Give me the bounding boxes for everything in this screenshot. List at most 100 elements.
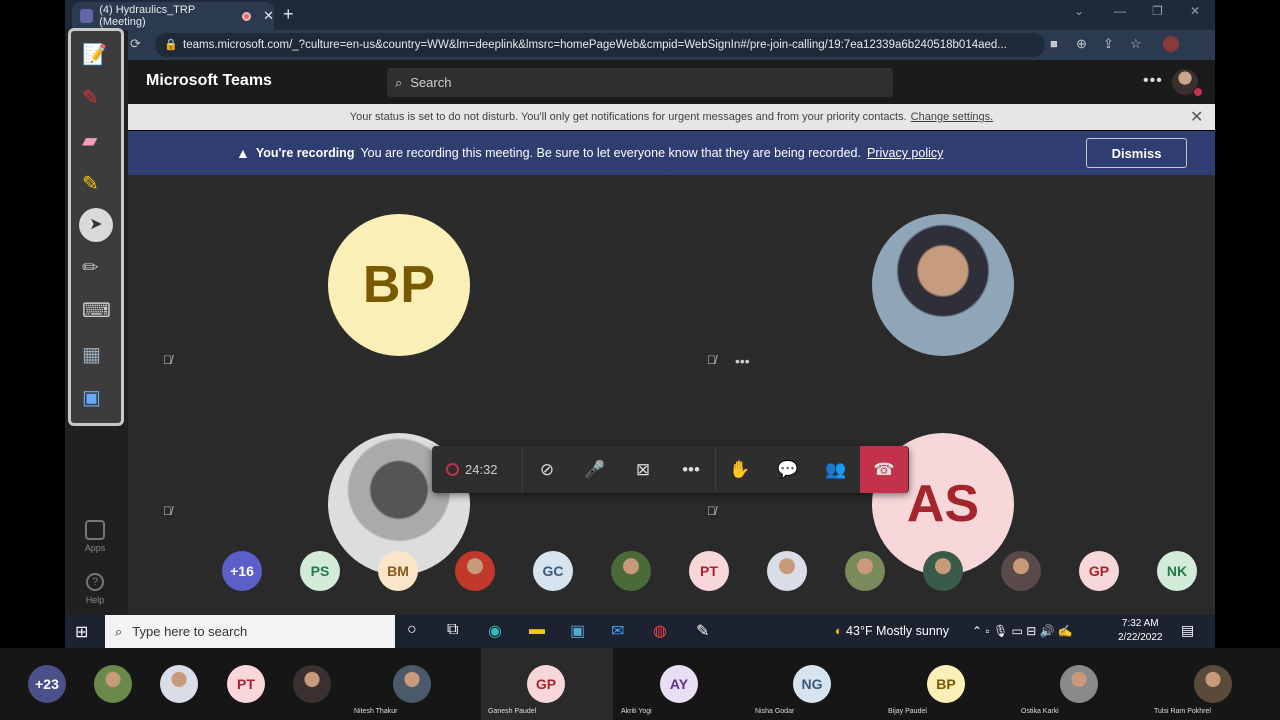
strip-participant-photo[interactable] xyxy=(160,665,198,703)
strip-participant-avatar[interactable]: BP xyxy=(927,665,965,703)
mic-muted-icon: 🎙̸ xyxy=(163,504,172,518)
gallery-participant-photo[interactable] xyxy=(455,551,495,591)
recording-title: You're recording xyxy=(255,146,355,160)
privacy-policy-link[interactable]: Privacy policy xyxy=(867,146,943,160)
eraser-icon[interactable]: ▰ xyxy=(82,128,97,153)
mic-muted-icon: 🎙̸ xyxy=(707,504,716,518)
restore-icon[interactable]: ❐ xyxy=(1152,4,1163,18)
chrome-icon[interactable]: ◍ xyxy=(653,621,667,641)
strip-participant-photo[interactable] xyxy=(293,665,331,703)
strip-participant-photo[interactable] xyxy=(1194,665,1232,703)
strip-participant-name: Ostika Karki xyxy=(1021,708,1059,715)
app-title: Microsoft Teams xyxy=(146,72,272,89)
gallery-participant-photo[interactable] xyxy=(1001,551,1041,591)
apps-label: Apps xyxy=(84,543,106,553)
gallery-participant-photo[interactable] xyxy=(923,551,963,591)
taskbar-search-input[interactable]: ⌕ Type here to search xyxy=(105,615,395,648)
search-placeholder: Search xyxy=(410,75,452,90)
dnd-status-icon xyxy=(1193,87,1203,97)
screen-icon[interactable]: ▣ xyxy=(82,385,101,410)
highlighter-icon[interactable]: ✎ xyxy=(82,171,99,196)
leave-call-button[interactable]: ☎ xyxy=(860,446,908,493)
edge-icon[interactable]: ◉ xyxy=(488,621,502,641)
strip-participant-name: Akriti Yogi xyxy=(621,708,652,715)
gallery-participant-avatar[interactable]: GC xyxy=(533,551,573,591)
lock-icon: 🔒 xyxy=(164,39,178,51)
sun-icon: ◐ xyxy=(835,624,843,638)
task-view-icon[interactable]: ⧉ xyxy=(447,621,458,639)
mic-muted-icon: 🎙̸ xyxy=(707,353,716,367)
apps-icon[interactable] xyxy=(85,520,105,540)
profile-avatar[interactable] xyxy=(1163,36,1179,52)
microphone-icon[interactable]: 🎤 xyxy=(571,446,619,493)
screen-capture-icon[interactable]: ▦ xyxy=(82,342,101,367)
file-explorer-icon[interactable]: ▬ xyxy=(529,621,545,639)
recording-banner: ▲ You're recording You are recording thi… xyxy=(128,131,1215,175)
help-icon[interactable]: ? xyxy=(86,573,104,591)
share-icon[interactable]: ⇪ xyxy=(1103,36,1114,52)
bookmark-star-icon[interactable]: ☆ xyxy=(1130,36,1142,52)
keyboard-icon[interactable]: ⌨ xyxy=(82,298,111,323)
cursor-icon[interactable]: ➤ xyxy=(79,208,113,242)
raise-hand-icon[interactable]: ✋ xyxy=(716,446,764,493)
dismiss-button[interactable]: Dismiss xyxy=(1086,138,1187,168)
help-label: Help xyxy=(85,595,105,605)
address-bar[interactable]: 🔒 teams.microsoft.com/_?culture=en-us&co… xyxy=(155,33,1045,57)
whiteboard-icon[interactable]: ✎ xyxy=(696,621,709,641)
minimize-icon[interactable]: — xyxy=(1114,4,1126,18)
recording-indicator-icon xyxy=(446,463,459,476)
more-actions-icon[interactable]: ••• xyxy=(667,446,715,493)
new-tab-icon[interactable]: + xyxy=(283,4,294,25)
mail-icon[interactable]: ✉ xyxy=(611,621,624,641)
tile-more-icon[interactable]: ••• xyxy=(735,353,750,369)
more-options-icon[interactable]: ••• xyxy=(1143,72,1163,90)
strip-participant-avatar[interactable]: PT xyxy=(227,665,265,703)
camera-icon[interactable]: ■ xyxy=(1050,36,1058,51)
stop-share-icon[interactable]: ⊠ xyxy=(619,446,667,493)
gallery-participant-photo[interactable] xyxy=(611,551,651,591)
weather-widget[interactable]: ◐ 43°F Mostly sunny xyxy=(835,624,949,638)
url-text: teams.microsoft.com/_?culture=en-us&coun… xyxy=(183,39,1007,51)
close-window-icon[interactable]: ✕ xyxy=(1190,4,1200,18)
chat-icon[interactable]: 💬 xyxy=(764,446,812,493)
gallery-participant-avatar[interactable]: PS xyxy=(300,551,340,591)
search-input[interactable]: ⌕ Search xyxy=(387,68,893,97)
call-controls: 24:32 ⊘ 🎤 ⊠ ••• ✋ 💬 👥 ☎ xyxy=(432,446,909,493)
clock-time: 7:32 AM xyxy=(1121,618,1159,629)
strip-participant-photo[interactable] xyxy=(94,665,132,703)
gallery-participant-avatar[interactable]: BM xyxy=(378,551,418,591)
reload-icon[interactable]: ⟳ xyxy=(130,36,141,52)
tab-search-icon[interactable]: ⌄ xyxy=(1074,4,1084,18)
tray-icons[interactable]: ⌃ ▫ 🎙 ▭ ⊟ 🔊 ✍ xyxy=(972,624,1073,638)
gallery-participant-photo[interactable] xyxy=(845,551,885,591)
participants-icon[interactable]: 👥 xyxy=(812,446,860,493)
notifications-icon[interactable]: ▤ xyxy=(1181,622,1194,639)
search-icon: ⌕ xyxy=(395,74,403,90)
browser-tab-meeting[interactable]: (4) Hydraulics_TRP (Meeting) ✕ xyxy=(72,2,274,30)
zoom-icon[interactable]: ⊕ xyxy=(1076,36,1087,52)
gallery-participant-avatar[interactable]: +16 xyxy=(222,551,262,591)
close-tab-icon[interactable]: ✕ xyxy=(263,8,274,24)
strip-participant-avatar[interactable]: NG xyxy=(793,665,831,703)
store-icon[interactable]: ▣ xyxy=(570,621,585,641)
cortana-icon[interactable]: ○ xyxy=(407,621,417,639)
strip-participant-name: Nitesh Thakur xyxy=(354,708,398,715)
gallery-participant-avatar[interactable]: PT xyxy=(689,551,729,591)
change-settings-link[interactable]: Change settings. xyxy=(911,111,994,123)
gallery-participant-avatar[interactable]: NK xyxy=(1157,551,1197,591)
strip-participant-avatar[interactable]: GP xyxy=(527,665,565,703)
system-clock[interactable]: 7:32 AM 2/22/2022 xyxy=(1118,617,1163,645)
windows-start-icon[interactable]: ⊞ xyxy=(75,622,88,642)
laser-pointer-icon[interactable]: ✏ xyxy=(82,255,99,280)
strip-participant-avatar[interactable]: AY xyxy=(660,665,698,703)
strip-participant-avatar[interactable]: +23 xyxy=(28,665,66,703)
gallery-participant-avatar[interactable]: GP xyxy=(1079,551,1119,591)
close-banner-icon[interactable]: ✕ xyxy=(1190,107,1203,127)
strip-participant-photo[interactable] xyxy=(393,665,431,703)
camera-off-icon[interactable]: ⊘ xyxy=(523,446,571,493)
pen-icon[interactable]: ✎ xyxy=(82,85,99,110)
notepad-icon[interactable]: 📝 xyxy=(82,42,107,67)
strip-participant-photo[interactable] xyxy=(1060,665,1098,703)
clock-date: 2/22/2022 xyxy=(1118,632,1163,643)
gallery-participant-photo[interactable] xyxy=(767,551,807,591)
